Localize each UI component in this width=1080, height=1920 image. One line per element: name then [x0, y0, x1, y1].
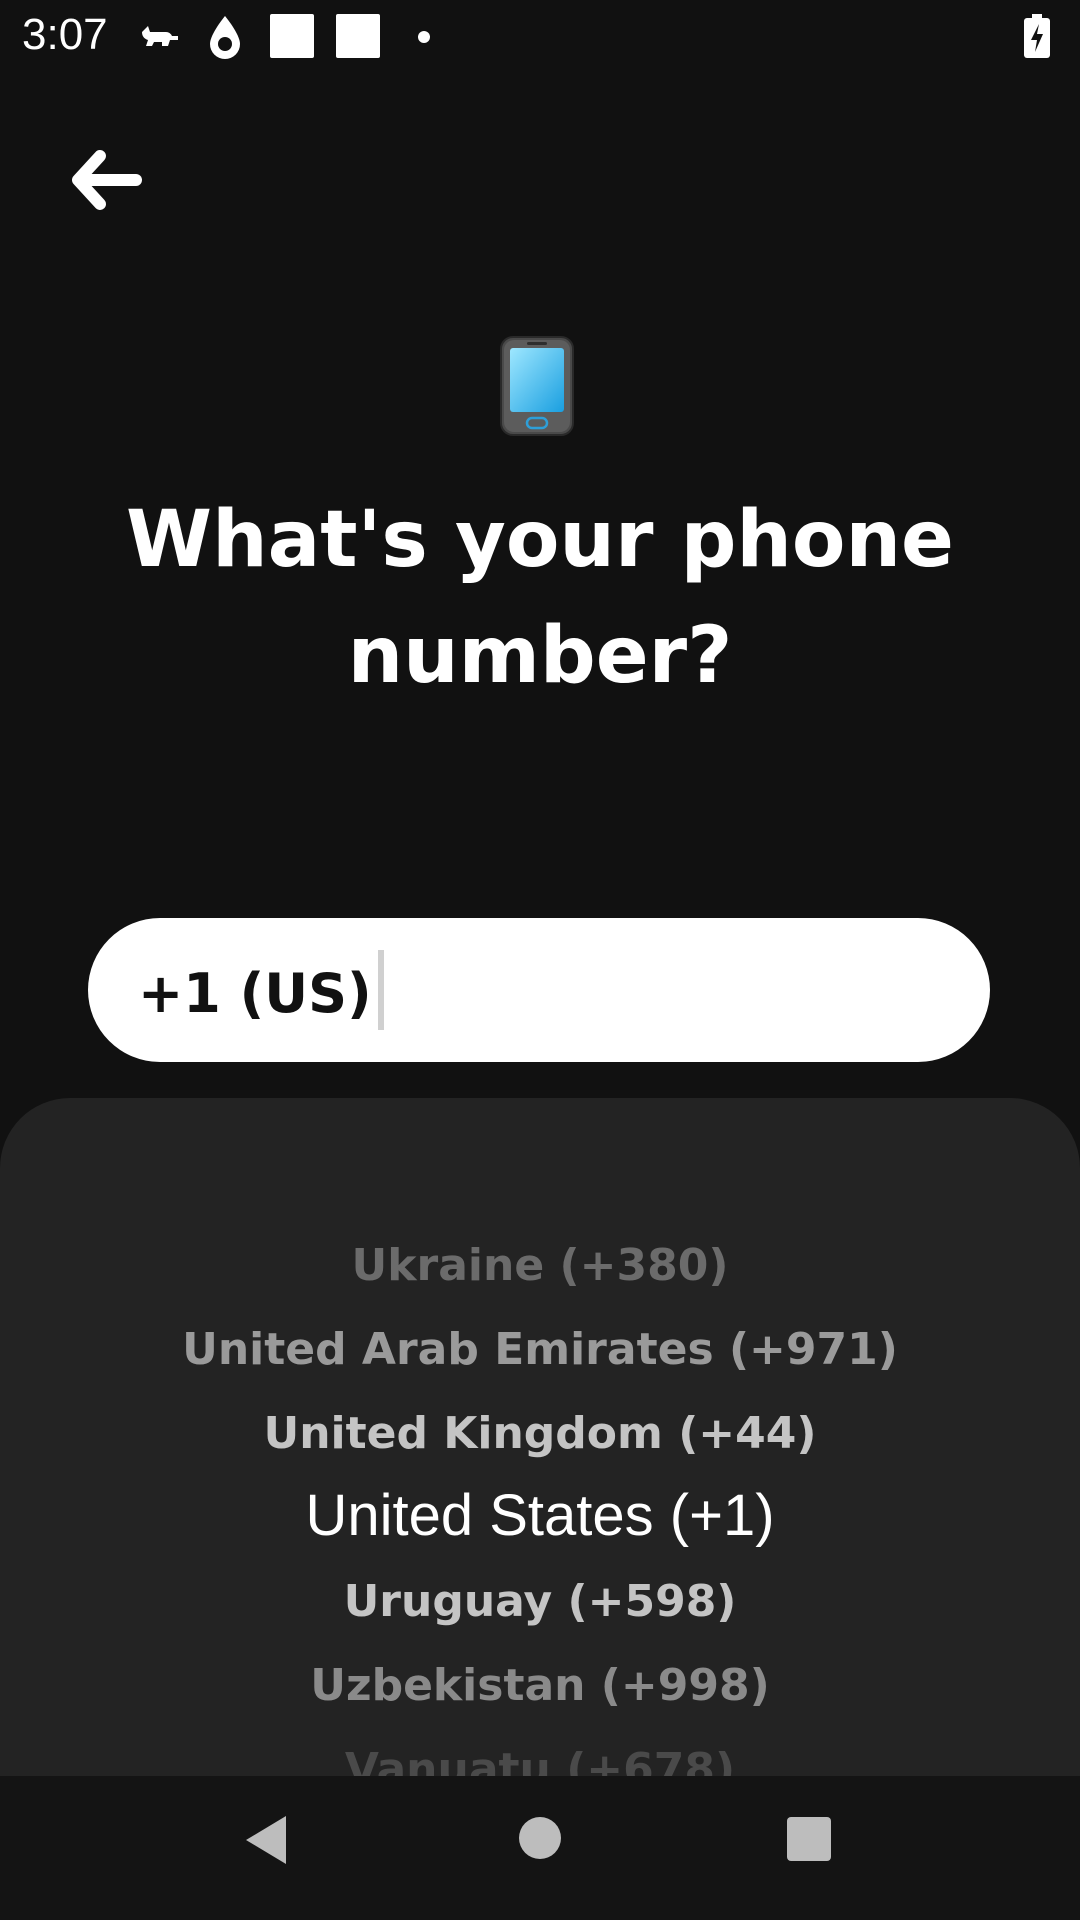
- country-option[interactable]: Uruguay (+598): [0, 1576, 1080, 1627]
- recents-square-icon[interactable]: [786, 1816, 832, 1862]
- country-option-selected[interactable]: United States (+1): [0, 1482, 1080, 1549]
- system-nav-bar: [0, 1776, 1080, 1920]
- home-circle-icon[interactable]: [518, 1816, 562, 1860]
- country-option[interactable]: United Kingdom (+44): [0, 1408, 1080, 1459]
- phone-number-input-container[interactable]: +1 (US): [88, 918, 990, 1062]
- water-drop-icon: [210, 16, 240, 59]
- back-triangle-icon[interactable]: [242, 1814, 290, 1866]
- country-option[interactable]: Uzbekistan (+998): [0, 1660, 1080, 1711]
- country-option[interactable]: United Arab Emirates (+971): [0, 1324, 1080, 1375]
- title-line-2: number?: [347, 611, 733, 701]
- text-cursor: [378, 950, 384, 1030]
- title-line-1: What's your phone: [126, 495, 954, 585]
- battery-charging-icon: [1024, 14, 1050, 58]
- notification-square-icon: [270, 14, 314, 58]
- mobile-phone-icon: [500, 336, 574, 436]
- country-option[interactable]: Ukraine (+380): [0, 1240, 1080, 1291]
- back-button[interactable]: [70, 150, 146, 210]
- country-code-selector[interactable]: +1 (US): [138, 962, 372, 1025]
- phone-number-field[interactable]: [398, 938, 962, 1044]
- status-bar: 3:07: [0, 0, 1080, 72]
- page-title: What's your phone number?: [0, 482, 1080, 714]
- arrow-left-icon: [72, 150, 142, 210]
- cat-icon: [142, 26, 178, 46]
- status-time: 3:07: [22, 10, 108, 59]
- notification-square-icon: [336, 14, 380, 58]
- dot-icon: [418, 31, 430, 43]
